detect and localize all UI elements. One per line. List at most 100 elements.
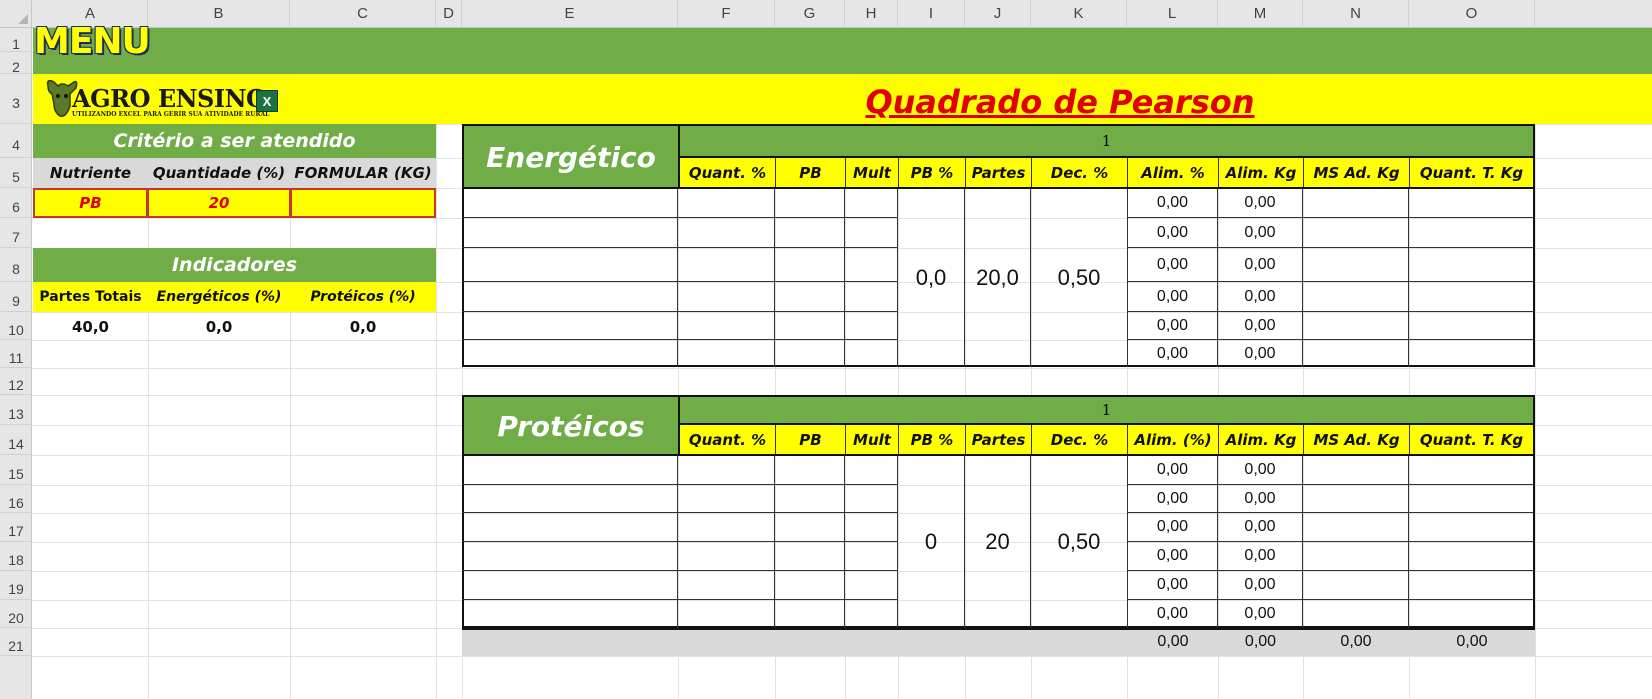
proteicos-ms-ad-kg-cell[interactable]	[1303, 542, 1409, 571]
energetico-input-cell[interactable]	[678, 282, 775, 312]
row-header-3[interactable]: 3	[0, 74, 32, 124]
proteicos-input-cell[interactable]	[845, 485, 898, 513]
energetico-input-cell[interactable]	[462, 218, 678, 248]
proteicos-input-cell[interactable]	[462, 485, 678, 513]
proteicos-input-cell[interactable]	[845, 456, 898, 485]
energetico-ms-ad-kg-cell[interactable]	[1303, 312, 1409, 340]
proteicos-input-cell[interactable]	[845, 571, 898, 600]
proteicos-ms-ad-kg-cell[interactable]	[1303, 485, 1409, 513]
row-header-14[interactable]: 14	[0, 425, 32, 455]
proteicos-ms-ad-kg-cell[interactable]	[1303, 456, 1409, 485]
proteicos-input-cell[interactable]	[845, 542, 898, 571]
column-header-N[interactable]: N	[1303, 0, 1409, 28]
energetico-quant-t-kg-cell[interactable]	[1409, 218, 1533, 248]
row-header-18[interactable]: 18	[0, 542, 32, 571]
energetico-input-cell[interactable]	[678, 312, 775, 340]
proteicos-input-cell[interactable]	[462, 542, 678, 571]
row-header-7[interactable]: 7	[0, 218, 32, 248]
quantidade-input[interactable]: 20	[147, 188, 291, 218]
row-header-16[interactable]: 16	[0, 485, 32, 513]
energetico-input-cell[interactable]	[462, 189, 678, 218]
energetico-input-cell[interactable]	[462, 340, 678, 367]
proteicos-quant-t-kg-cell[interactable]	[1409, 542, 1533, 571]
row-header-11[interactable]: 11	[0, 340, 32, 368]
proteicos-ms-ad-kg-cell[interactable]	[1303, 571, 1409, 600]
proteicos-input-cell[interactable]	[462, 513, 678, 542]
energetico-input-cell[interactable]	[775, 340, 845, 367]
row-header-19[interactable]: 19	[0, 571, 32, 600]
energetico-quant-t-kg-cell[interactable]	[1409, 312, 1533, 340]
proteicos-ms-ad-kg-cell[interactable]	[1303, 600, 1409, 628]
energetico-input-cell[interactable]	[678, 218, 775, 248]
proteicos-quant-t-kg-cell[interactable]	[1409, 456, 1533, 485]
energetico-input-cell[interactable]	[462, 248, 678, 282]
proteicos-quant-t-kg-cell[interactable]	[1409, 513, 1533, 542]
energetico-input-cell[interactable]	[845, 312, 898, 340]
proteicos-input-cell[interactable]	[775, 542, 845, 571]
energetico-input-cell[interactable]	[775, 248, 845, 282]
column-header-M[interactable]: M	[1218, 0, 1303, 28]
proteicos-quant-t-kg-cell[interactable]	[1409, 600, 1533, 628]
row-header-13[interactable]: 13	[0, 395, 32, 425]
column-header-D[interactable]: D	[436, 0, 462, 28]
menu-button[interactable]: MENU	[34, 22, 151, 62]
proteicos-input-cell[interactable]	[775, 513, 845, 542]
row-header-9[interactable]: 9	[0, 282, 32, 312]
energetico-input-cell[interactable]	[775, 312, 845, 340]
proteicos-input-cell[interactable]	[845, 513, 898, 542]
energetico-input-cell[interactable]	[462, 282, 678, 312]
formular-input[interactable]	[290, 188, 436, 218]
select-all-corner[interactable]	[0, 0, 32, 28]
energetico-input-cell[interactable]	[775, 218, 845, 248]
proteicos-input-cell[interactable]	[775, 456, 845, 485]
proteicos-input-cell[interactable]	[775, 485, 845, 513]
column-header-J[interactable]: J	[965, 0, 1031, 28]
energetico-quant-t-kg-cell[interactable]	[1409, 282, 1533, 312]
energetico-input-cell[interactable]	[462, 312, 678, 340]
row-header-10[interactable]: 10	[0, 312, 32, 340]
column-header-K[interactable]: K	[1031, 0, 1127, 28]
proteicos-input-cell[interactable]	[678, 485, 775, 513]
column-header-O[interactable]: O	[1409, 0, 1535, 28]
proteicos-input-cell[interactable]	[462, 571, 678, 600]
proteicos-input-cell[interactable]	[678, 600, 775, 628]
column-header-H[interactable]: H	[845, 0, 898, 28]
proteicos-input-cell[interactable]	[775, 571, 845, 600]
column-header-B[interactable]: B	[148, 0, 290, 28]
row-header-1[interactable]: 1	[0, 28, 32, 52]
energetico-ms-ad-kg-cell[interactable]	[1303, 189, 1409, 218]
column-header-I[interactable]: I	[898, 0, 965, 28]
row-header-2[interactable]: 2	[0, 52, 32, 75]
energetico-quant-t-kg-cell[interactable]	[1409, 248, 1533, 282]
proteicos-quant-t-kg-cell[interactable]	[1409, 571, 1533, 600]
column-header-C[interactable]: C	[290, 0, 436, 28]
energetico-ms-ad-kg-cell[interactable]	[1303, 218, 1409, 248]
energetico-input-cell[interactable]	[845, 282, 898, 312]
energetico-input-cell[interactable]	[775, 189, 845, 218]
row-header-8[interactable]: 8	[0, 248, 32, 282]
row-header-21[interactable]: 21	[0, 628, 32, 656]
proteicos-ms-ad-kg-cell[interactable]	[1303, 513, 1409, 542]
energetico-quant-t-kg-cell[interactable]	[1409, 189, 1533, 218]
column-header-F[interactable]: F	[678, 0, 775, 28]
proteicos-input-cell[interactable]	[678, 456, 775, 485]
energetico-ms-ad-kg-cell[interactable]	[1303, 282, 1409, 312]
column-header-E[interactable]: E	[462, 0, 678, 28]
energetico-ms-ad-kg-cell[interactable]	[1303, 248, 1409, 282]
row-header-17[interactable]: 17	[0, 513, 32, 542]
column-header-G[interactable]: G	[775, 0, 845, 28]
row-header-15[interactable]: 15	[0, 455, 32, 485]
column-header-L[interactable]: L	[1127, 0, 1218, 28]
energetico-ms-ad-kg-cell[interactable]	[1303, 340, 1409, 367]
proteicos-input-cell[interactable]	[678, 542, 775, 571]
proteicos-quant-t-kg-cell[interactable]	[1409, 485, 1533, 513]
proteicos-input-cell[interactable]	[462, 456, 678, 485]
energetico-input-cell[interactable]	[678, 248, 775, 282]
energetico-quant-t-kg-cell[interactable]	[1409, 340, 1533, 367]
proteicos-input-cell[interactable]	[678, 513, 775, 542]
energetico-input-cell[interactable]	[678, 340, 775, 367]
proteicos-input-cell[interactable]	[462, 600, 678, 628]
energetico-input-cell[interactable]	[845, 340, 898, 367]
proteicos-input-cell[interactable]	[775, 600, 845, 628]
proteicos-input-cell[interactable]	[845, 600, 898, 628]
